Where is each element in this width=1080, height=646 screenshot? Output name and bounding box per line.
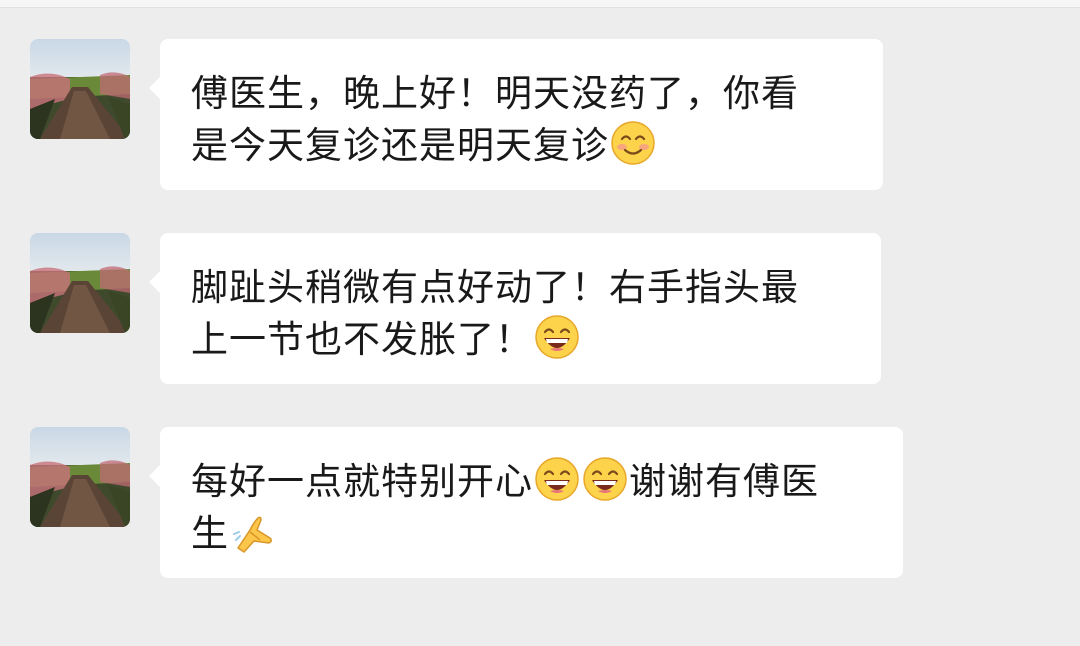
folded-hands-emoji [230,508,276,554]
message-line-text: 每好一点就特别开心 [191,460,533,503]
message-line: 生 [191,508,872,560]
message-line: 上一节也不发胀了！ [191,314,850,366]
grin-emoji [534,314,580,360]
message-line: 每好一点就特别开心 谢谢有傅医 [191,456,872,508]
message-bubble[interactable]: 傅医生，晚上好！明天没药了，你看 是今天复诊还是明天复诊 [149,39,883,190]
message-line-text: 上一节也不发胀了！ [191,318,533,361]
message-line-text: 生 [191,512,229,555]
bubble-tail [149,465,160,487]
message-bubble[interactable]: 每好一点就特别开心 谢谢有傅医 生 [149,427,903,578]
grin-emoji [534,456,580,502]
message-line: 是今天复诊还是明天复诊 [191,120,852,172]
message-line-text: 是今天复诊还是明天复诊 [191,124,609,167]
message-text: 傅医生，晚上好！明天没药了，你看 是今天复诊还是明天复诊 [160,39,883,190]
message-line: 傅医生，晚上好！明天没药了，你看 [191,72,799,115]
avatar[interactable] [30,233,130,333]
bubble-tail [149,271,160,293]
avatar[interactable] [30,39,130,139]
avatar[interactable] [30,427,130,527]
message-line: 脚趾头稍微有点好动了！右手指头最 [191,266,799,309]
message-text: 每好一点就特别开心 谢谢有傅医 生 [160,427,903,578]
smile-blush-emoji [610,120,656,166]
bubble-tail [149,77,160,99]
top-divider [0,0,1080,8]
message-bubble[interactable]: 脚趾头稍微有点好动了！右手指头最 上一节也不发胀了！ [149,233,881,384]
message-line-text: 谢谢有傅医 [629,460,819,503]
message-text: 脚趾头稍微有点好动了！右手指头最 上一节也不发胀了！ [160,233,881,384]
grin-emoji [582,456,628,502]
